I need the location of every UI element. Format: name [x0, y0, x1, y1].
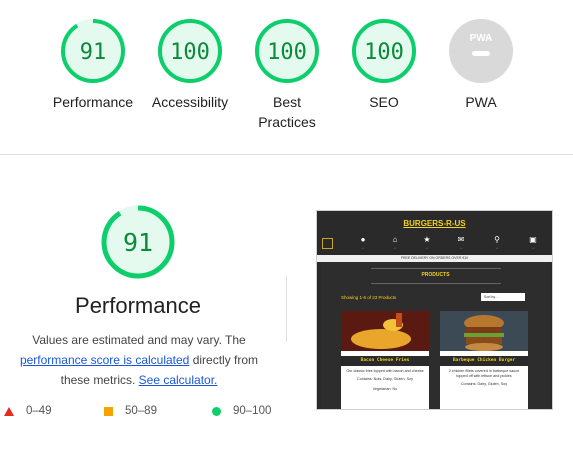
- best-practices-gauge: 100: [255, 19, 319, 83]
- final-screenshot[interactable]: BURGERS-R-US ● • ⌂ • ★ • ✉ • ⚲ • ▣ • FREE DELI…: [316, 210, 553, 410]
- legend-average: 50–89: [104, 405, 157, 417]
- performance-score-link[interactable]: performance score is calculated: [20, 353, 189, 367]
- pwa-badge-icon: PWA: [449, 19, 513, 83]
- legend-average-label: 50–89: [125, 405, 157, 417]
- performance-gauge-large: 91: [101, 205, 175, 279]
- calculator-link[interactable]: See calculator.: [139, 373, 218, 387]
- card-vegetarian: Vegetarian: No: [372, 387, 398, 391]
- products-area: PRODUCTS Showing 1-6 of 23 Products Sort…: [321, 262, 550, 409]
- site-nav: ● • ⌂ • ★ • ✉ • ⚲ • ▣ •: [347, 235, 547, 253]
- user-icon: ● •: [360, 235, 366, 250]
- category-performance[interactable]: 91 Performance: [44, 18, 142, 112]
- card-title: Barbeque Chicken Burger: [440, 356, 528, 366]
- category-gauges: 91 Performance 100 Accessibility 100 Bes…: [44, 18, 534, 138]
- burger-image-icon: [440, 311, 528, 351]
- square-icon: [104, 406, 113, 416]
- heading-rule-top: [371, 268, 501, 269]
- pwa-label: PWA: [465, 94, 497, 110]
- card-description: Our classic fries topped with bacon and …: [346, 369, 424, 373]
- hamburger-menu-icon: [322, 238, 333, 249]
- pwa-dash-icon: [472, 51, 490, 56]
- seo-label: SEO: [369, 94, 399, 110]
- category-pwa[interactable]: PWA PWA: [432, 18, 530, 112]
- score-legend: 0–49 50–89 90–100: [0, 405, 300, 423]
- delivery-banner: FREE DELIVERY ON ORDERS OVER €10: [317, 255, 552, 262]
- category-best-practices[interactable]: 100 Best Practices: [238, 18, 336, 132]
- seo-gauge: 100: [352, 19, 416, 83]
- cart-icon: ▣ •: [529, 235, 537, 250]
- card-contains: Contains: Nuts, Dairy, Gluten, Soy: [357, 377, 413, 381]
- performance-score-large: 91: [123, 228, 153, 257]
- star-icon: ★ •: [423, 235, 431, 250]
- section-divider: [0, 154, 573, 155]
- site-brand: BURGERS-R-US: [403, 219, 466, 228]
- best-practices-score: 100: [267, 40, 307, 65]
- performance-gauge: 91: [61, 19, 125, 83]
- card-description: 2 chicken fillets covered in barbeque sa…: [448, 369, 520, 378]
- legend-pass: 90–100: [212, 405, 271, 417]
- showing-count: Showing 1-6 of 23 Products: [341, 295, 397, 300]
- best-practices-label: Best Practices: [258, 94, 316, 130]
- vertical-separator: [286, 276, 287, 342]
- legend-pass-label: 90–100: [233, 405, 272, 417]
- accessibility-gauge: 100: [158, 19, 222, 83]
- heading-rule-bottom: [371, 283, 501, 284]
- performance-label: Performance: [52, 94, 134, 110]
- triangle-icon: [4, 406, 14, 416]
- mail-icon: ✉ •: [457, 235, 465, 250]
- pwa-badge-text: PWA: [470, 33, 493, 44]
- description-text-1: Values are estimated and may vary. The: [32, 333, 246, 347]
- products-heading: PRODUCTS: [421, 272, 450, 278]
- category-seo[interactable]: 100 SEO: [335, 18, 433, 112]
- legend-fail-label: 0–49: [26, 405, 52, 417]
- performance-score: 91: [80, 40, 107, 65]
- legend-fail: 0–49: [4, 405, 52, 417]
- seo-score: 100: [364, 40, 404, 65]
- accessibility-score: 100: [170, 40, 210, 65]
- performance-title: Performance: [75, 293, 201, 318]
- circle-icon: [212, 406, 221, 416]
- product-card[interactable]: Bacon Cheese Fries Our classic fries top…: [341, 311, 429, 409]
- performance-description: Values are estimated and may vary. The p…: [8, 330, 270, 390]
- home-icon: ⌂ •: [392, 235, 398, 250]
- search-icon: ⚲ •: [494, 235, 500, 250]
- card-title: Bacon Cheese Fries: [341, 356, 429, 366]
- accessibility-label: Accessibility: [151, 94, 229, 110]
- sort-select[interactable]: Sort by...: [481, 293, 525, 301]
- card-contains: Contains: Dairy, Gluten, Soy: [460, 382, 508, 386]
- category-accessibility[interactable]: 100 Accessibility: [141, 18, 239, 112]
- product-card[interactable]: Barbeque Chicken Burger 2 chicken fillet…: [440, 311, 528, 409]
- fries-image-icon: [341, 311, 429, 351]
